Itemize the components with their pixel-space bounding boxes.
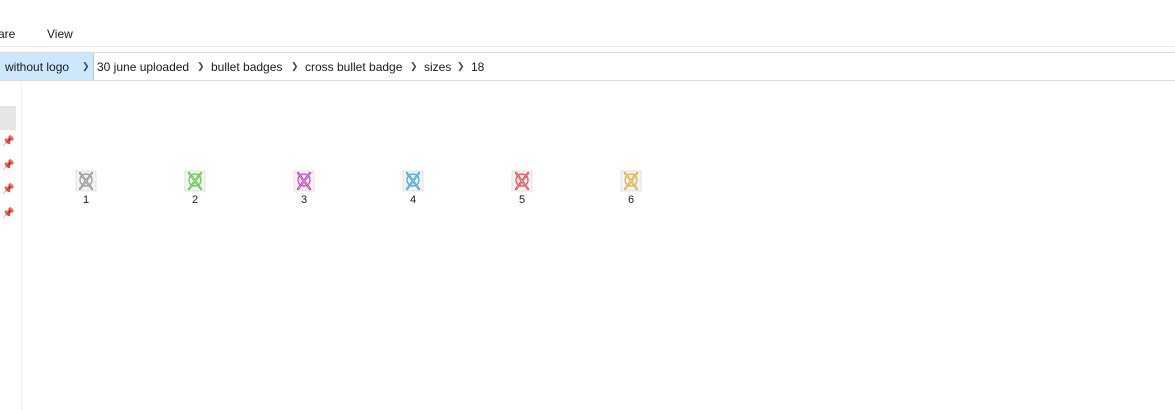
file-item[interactable]: 3 [274, 170, 334, 210]
file-name: 3 [300, 194, 308, 206]
cross-bullet-badge-icon [293, 170, 315, 192]
file-item[interactable]: 5 [492, 170, 552, 210]
file-name: 4 [409, 194, 417, 206]
file-item[interactable]: 1 [56, 170, 116, 210]
chevron-right-icon[interactable]: ❯ [291, 61, 299, 72]
breadcrumb-label: without logo [5, 60, 70, 74]
file-name: 2 [191, 194, 199, 206]
breadcrumb-item-without-logo[interactable]: without logo ❯ [0, 53, 94, 80]
pin-icon[interactable]: 📌 [2, 209, 14, 219]
cross-bullet-badge-icon [511, 170, 533, 192]
pin-icon[interactable]: 📌 [2, 161, 14, 171]
file-item[interactable]: 4 [383, 170, 443, 210]
tab-view[interactable]: View [47, 27, 73, 41]
breadcrumb-item-cross-bullet-badge[interactable]: cross bullet badge [305, 60, 402, 74]
file-name: 1 [82, 194, 90, 206]
cross-bullet-badge-icon [620, 170, 642, 192]
chevron-right-icon[interactable]: ❯ [82, 61, 90, 72]
cross-bullet-badge-icon [75, 170, 97, 192]
nav-item-selected[interactable] [0, 106, 16, 130]
breadcrumb-item-30-june-uploaded[interactable]: 30 june uploaded [97, 60, 189, 74]
cross-bullet-badge-icon [184, 170, 206, 192]
breadcrumb-item-sizes[interactable]: sizes [424, 60, 451, 74]
chevron-right-icon[interactable]: ❯ [410, 61, 418, 72]
address-bar[interactable]: without logo ❯ 30 june uploaded ❯ bullet… [0, 52, 1175, 81]
file-name: 6 [627, 194, 635, 206]
file-item[interactable]: 2 [165, 170, 225, 210]
tab-share[interactable]: are [0, 27, 15, 41]
pin-icon[interactable]: 📌 [2, 185, 14, 195]
navigation-pane: 📌 📌 📌 📌 [0, 82, 22, 410]
breadcrumb-item-bullet-badges[interactable]: bullet badges [211, 60, 282, 74]
file-name: 5 [518, 194, 526, 206]
chevron-right-icon[interactable]: ❯ [197, 61, 205, 72]
cross-bullet-badge-icon [402, 170, 424, 192]
ribbon-tabs: are View [0, 0, 1175, 47]
breadcrumb-item-18[interactable]: 18 [471, 60, 484, 74]
file-item[interactable]: 6 [601, 170, 661, 210]
pin-icon[interactable]: 📌 [2, 137, 14, 147]
chevron-right-icon[interactable]: ❯ [457, 61, 465, 72]
